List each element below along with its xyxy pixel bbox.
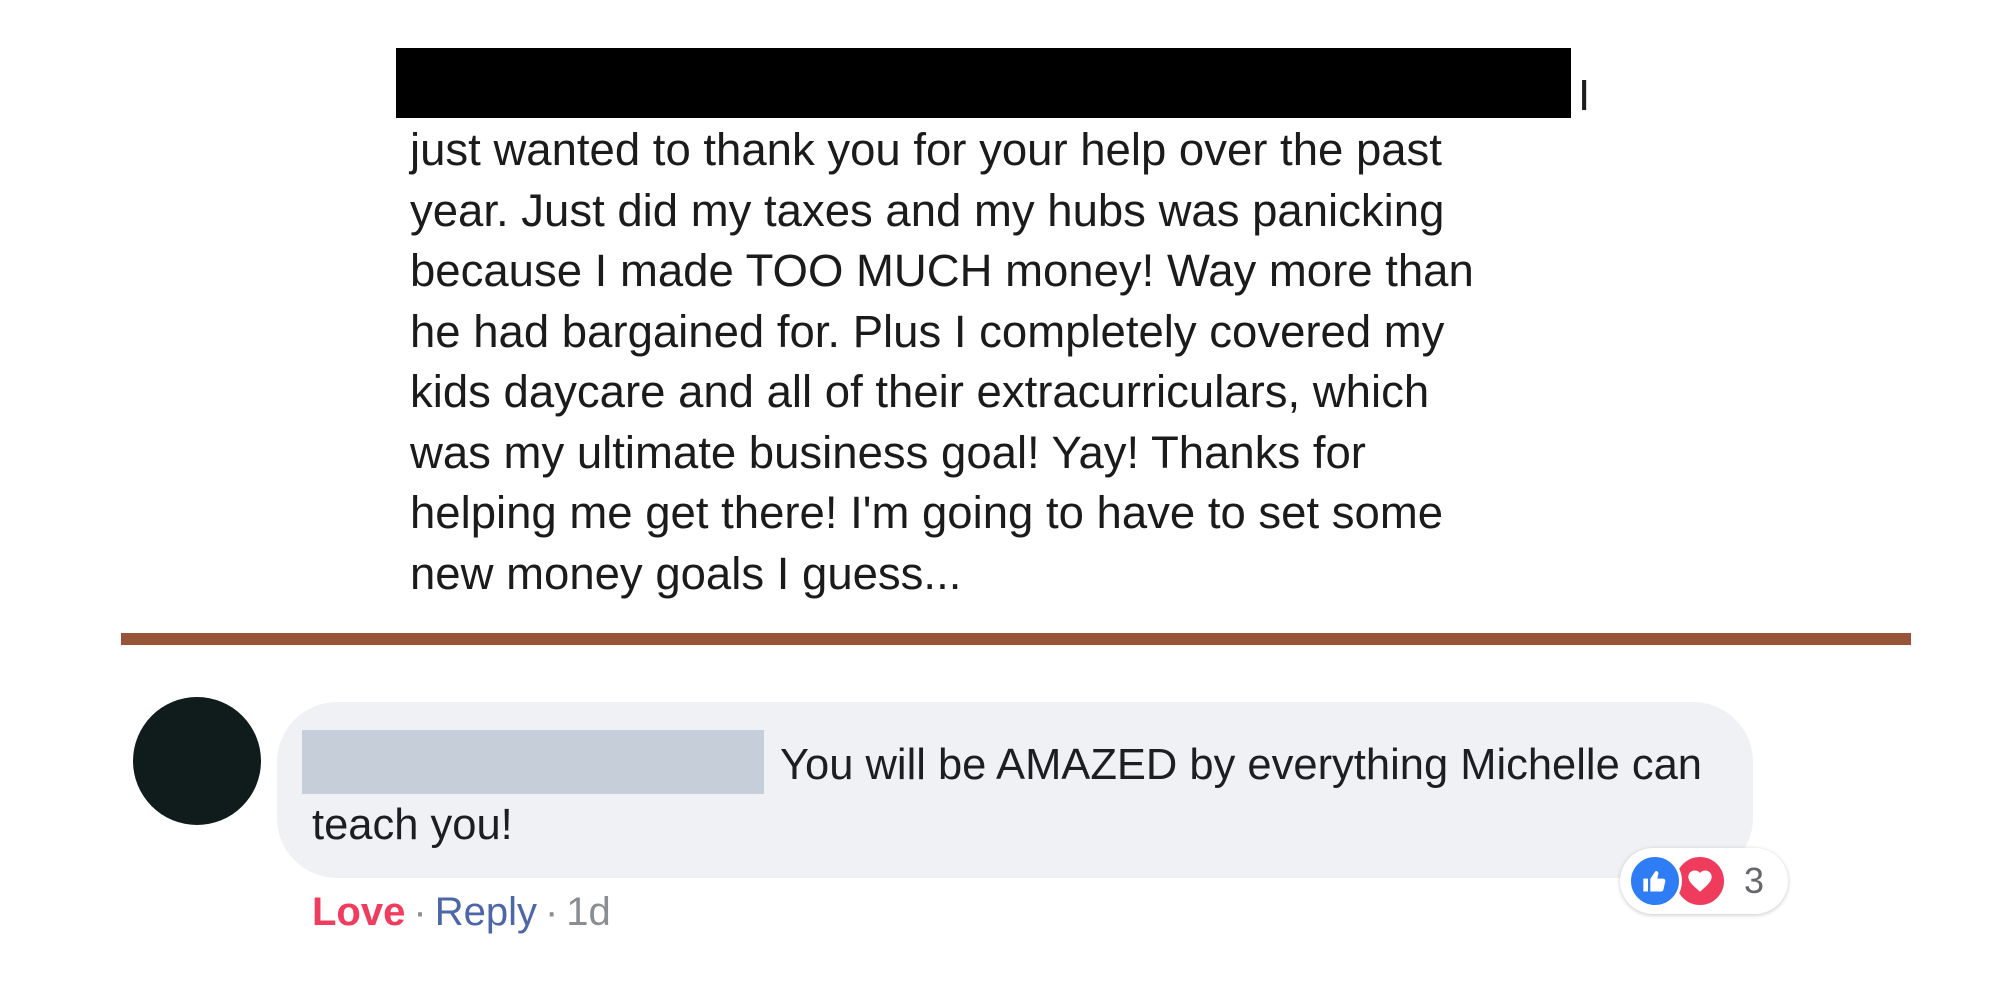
comment-text: You will be AMAZED by everything Michell… <box>312 741 1702 849</box>
commenter-avatar[interactable] <box>133 697 261 825</box>
separator-dot: · <box>544 890 559 934</box>
comment-timestamp[interactable]: 1d <box>566 890 611 934</box>
reactions-summary[interactable]: 3 <box>1620 848 1788 914</box>
section-divider <box>121 633 1911 645</box>
like-icon <box>1628 854 1682 908</box>
reply-button[interactable]: Reply <box>435 890 537 934</box>
message-body: just wanted to thank you for your help o… <box>410 124 1474 599</box>
comment-actions: Love · Reply · 1d <box>312 884 611 940</box>
separator-dot: · <box>413 890 427 934</box>
redacted-name-bar <box>396 48 1571 118</box>
reaction-count: 3 <box>1744 860 1765 901</box>
message-line-tail: I <box>1578 71 1591 120</box>
love-reaction-button[interactable]: Love <box>312 890 405 934</box>
